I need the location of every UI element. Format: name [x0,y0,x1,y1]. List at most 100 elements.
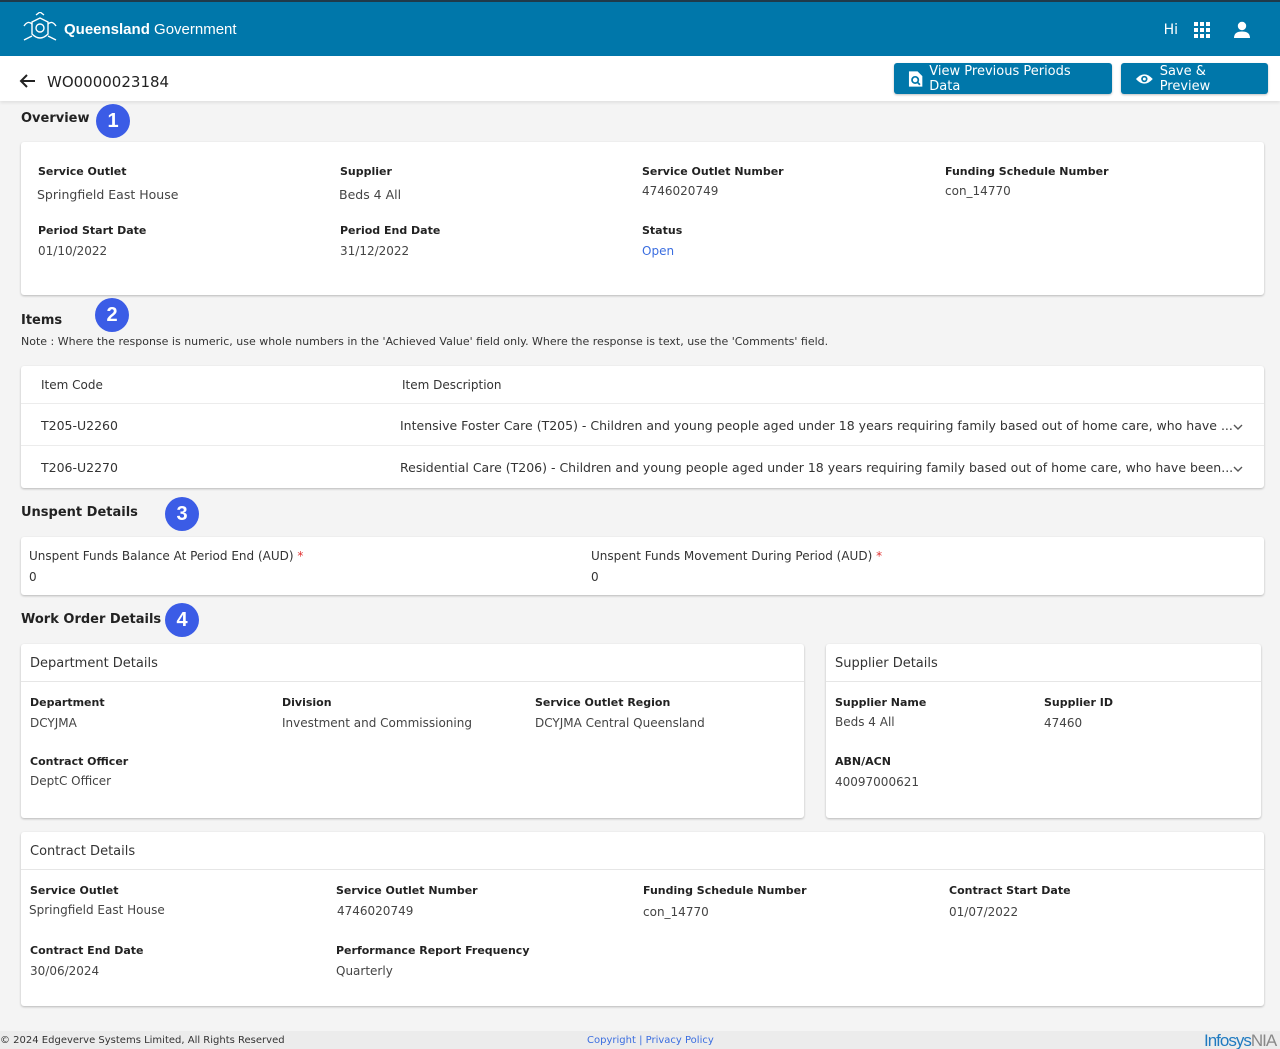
contract-funding-schedule-label: Funding Schedule Number [643,884,807,897]
unspent-balance-label: Unspent Funds Balance At Period End (AUD… [29,549,303,563]
view-previous-label: View Previous Periods Data [929,63,1071,94]
contract-end-date-label: Contract End Date [30,944,144,957]
save-preview-label: Save & Preview [1159,63,1211,94]
infosys-nia-logo: InfosysNIA [1204,1031,1277,1049]
period-end-date-label: Period End Date [340,224,441,237]
user-area: Hi [1164,20,1252,40]
contract-officer-value: DeptC Officer [30,774,112,788]
item-description: Intensive Foster Care (T205) - Children … [400,418,1233,433]
footer-separator: | [639,1035,643,1046]
step-badge-3: 3 [165,497,199,531]
division-label: Division [282,696,332,709]
contract-details-header: Contract Details [21,832,1264,870]
supplier-details-card: Supplier Details Supplier Name Beds 4 Al… [826,644,1261,818]
top-navigation-bar: Queensland Government Hi [0,0,1280,56]
period-start-date-value: 01/10/2022 [38,244,108,258]
abn-acn-label: ABN/ACN [835,755,891,768]
chevron-down-icon[interactable] [1232,463,1244,475]
work-order-details-title: Work Order Details [21,612,162,627]
supplier-id-value: 47460 [1044,716,1083,730]
service-outlet-number-label: Service Outlet Number [642,165,784,178]
supplier-name-value: Beds 4 All [835,715,895,729]
contract-end-date-value: 30/06/2024 [30,964,100,978]
document-search-icon [908,70,923,87]
service-outlet-value: Springfield East House [37,187,179,202]
service-outlet-number-value: 4746020749 [642,184,719,198]
funding-schedule-number-value: con_14770 [945,184,1011,198]
required-asterisk: * [297,549,304,563]
supplier-label: Supplier [340,165,392,178]
department-details-header: Department Details [21,644,804,682]
supplier-details-title: Supplier Details [835,656,938,671]
save-preview-button[interactable]: Save & Preview [1121,63,1268,94]
contract-service-outlet-number-value: 4746020749 [337,904,414,918]
department-details-title: Department Details [30,656,158,671]
unspent-movement-label-text: Unspent Funds Movement During Period (AU… [591,549,873,563]
division-value: Investment and Commissioning [282,716,472,730]
copyright-link[interactable]: Copyright [587,1035,636,1046]
items-title: Items [21,313,63,328]
column-header-item-description: Item Description [402,378,502,392]
unspent-movement-value[interactable]: 0 [591,570,599,584]
page-header: WO0000023184 View Previous Periods Data … [0,56,1280,101]
unspent-details-title: Unspent Details [21,505,138,520]
work-order-id: WO0000023184 [47,73,170,91]
required-asterisk: * [876,549,883,563]
column-header-item-code: Item Code [41,378,103,392]
infosys-logo-text: Infosys [1204,1031,1252,1049]
department-value: DCYJMA [30,716,77,730]
unspent-balance-value[interactable]: 0 [29,570,37,584]
supplier-value: Beds 4 All [339,187,402,202]
performance-report-frequency-label: Performance Report Frequency [336,944,530,957]
item-code: T206-U2270 [41,460,118,475]
contract-start-date-value: 01/07/2022 [949,905,1019,919]
status-label: Status [642,224,683,237]
contract-officer-label: Contract Officer [30,755,129,768]
contract-service-outlet-number-label: Service Outlet Number [336,884,478,897]
service-outlet-region-label: Service Outlet Region [535,696,671,709]
eye-icon [1135,73,1153,84]
user-icon[interactable] [1232,20,1252,40]
brand-name: Queensland Government [64,21,237,38]
supplier-name-label: Supplier Name [835,696,927,709]
department-details-card: Department Details Department DCYJMA Div… [21,644,804,818]
items-note: Note : Where the response is numeric, us… [21,335,829,348]
period-end-date-value: 31/12/2022 [340,244,410,258]
arrow-left-icon[interactable] [18,71,38,91]
status-value: Open [642,244,675,258]
funding-schedule-number-label: Funding Schedule Number [945,165,1109,178]
abn-acn-value: 40097000621 [835,775,919,789]
step-badge-4: 4 [165,603,199,637]
step-badge-2: 2 [95,298,129,332]
period-start-date-label: Period Start Date [38,224,147,237]
contract-funding-schedule-value: con_14770 [643,905,709,919]
chevron-down-icon[interactable] [1232,421,1244,433]
view-previous-periods-button[interactable]: View Previous Periods Data [894,63,1112,94]
brand-name-regular: Government [154,20,237,38]
service-outlet-region-value: DCYJMA Central Queensland [535,716,705,730]
greeting: Hi [1163,22,1178,38]
overview-card: Service Outlet Springfield East House Su… [21,142,1264,295]
supplier-id-label: Supplier ID [1044,696,1113,709]
department-label: Department [30,696,105,709]
nia-logo-text: NIA [1250,1031,1277,1049]
footer: © 2024 Edgeverve Systems Limited, All Ri… [0,1031,1280,1049]
copyright-text: © 2024 Edgeverve Systems Limited, All Ri… [0,1035,285,1046]
unspent-movement-label: Unspent Funds Movement During Period (AU… [591,549,882,563]
qld-crest-logo [23,12,57,41]
item-code: T205-U2260 [41,418,118,433]
brand-name-bold: Queensland [64,20,150,38]
apps-grid-icon[interactable] [1194,22,1210,38]
contract-start-date-label: Contract Start Date [949,884,1071,897]
step-badge-1: 1 [96,104,130,138]
supplier-details-header: Supplier Details [826,644,1261,682]
divider [21,403,1264,404]
contract-details-card: Contract Details Service Outlet Springfi… [21,832,1264,1006]
contract-details-title: Contract Details [30,844,136,859]
divider [21,445,1264,446]
overview-title: Overview [21,111,90,126]
brand[interactable]: Queensland Government [20,12,237,46]
privacy-policy-link[interactable]: Privacy Policy [646,1035,714,1046]
footer-links: Copyright | Privacy Policy [587,1035,714,1046]
items-table: Item Code Item Description T205-U2260 In… [21,366,1264,488]
